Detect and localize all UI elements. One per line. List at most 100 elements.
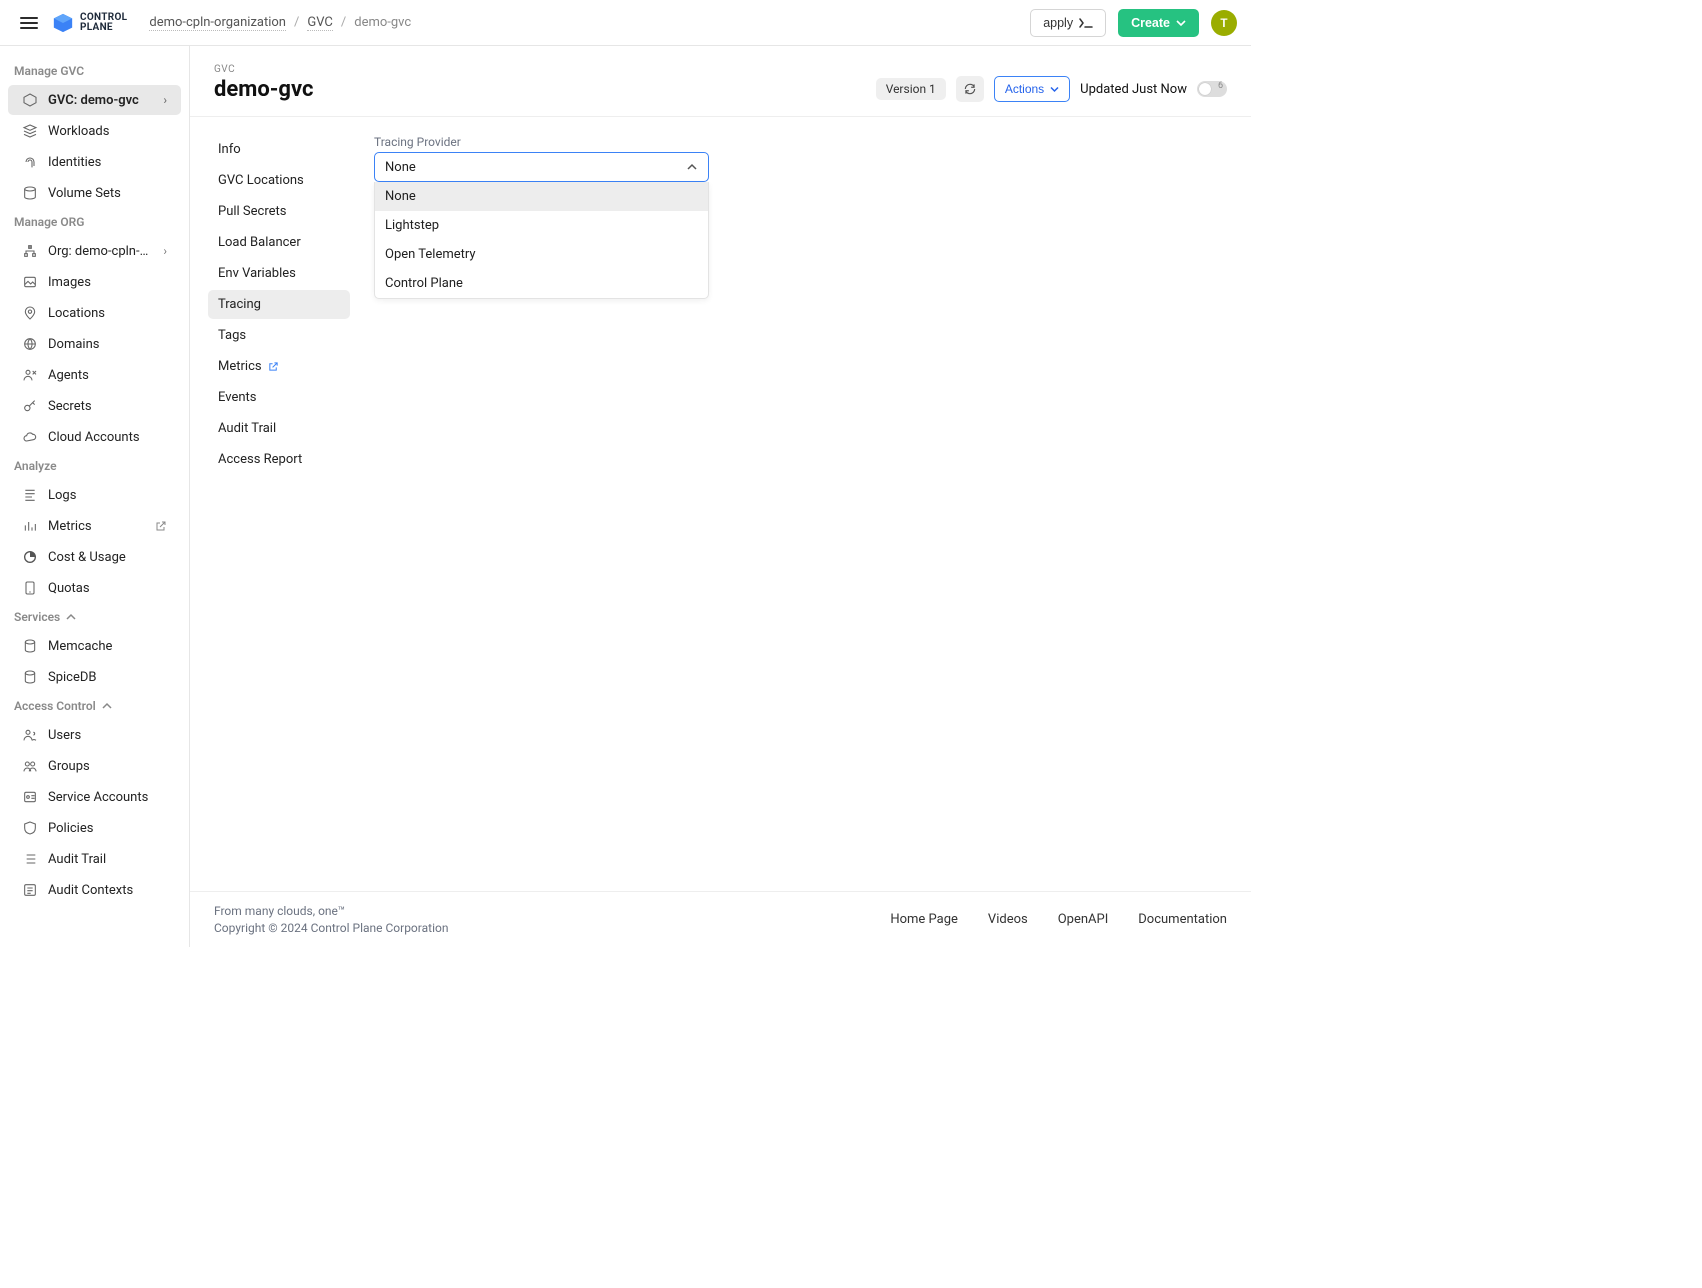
breadcrumb-org[interactable]: demo-cpln-organization xyxy=(149,15,286,31)
tracing-provider-dropdown: NoneLightstepOpen TelemetryControl Plane xyxy=(374,182,709,299)
cloud-icon xyxy=(22,429,38,445)
sidebar-section-manage-org: Manage ORG xyxy=(0,209,189,235)
key-icon xyxy=(22,398,38,414)
image-icon xyxy=(22,274,38,290)
subnav-item-events[interactable]: Events xyxy=(208,383,350,412)
tracing-provider-select[interactable]: None xyxy=(374,152,709,182)
sidebar-item-agents[interactable]: Agents xyxy=(8,360,181,390)
sidebar-item-policies[interactable]: Policies xyxy=(8,813,181,843)
sidebar-item-workloads[interactable]: Workloads xyxy=(8,116,181,146)
subnav-item-tags[interactable]: Tags xyxy=(208,321,350,350)
sidebar-item-volume-sets[interactable]: Volume Sets xyxy=(8,178,181,208)
footer: From many clouds, one™ Copyright © 2024 … xyxy=(190,891,1251,947)
content-header: GVC demo-gvc Version 1 Actions Updated J… xyxy=(190,46,1251,117)
chevron-right-icon: › xyxy=(163,244,167,258)
sidebar-item-audit-trail[interactable]: Audit Trail xyxy=(8,844,181,874)
breadcrumb-current: demo-gvc xyxy=(354,15,411,30)
sidebar-item-cloud-accounts[interactable]: Cloud Accounts xyxy=(8,422,181,452)
subnav-item-tracing[interactable]: Tracing xyxy=(208,290,350,319)
refresh-button[interactable] xyxy=(956,76,984,102)
dropdown-option-none[interactable]: None xyxy=(375,182,708,211)
terminal-icon xyxy=(1079,18,1093,28)
sidebar-section-services[interactable]: Services xyxy=(0,604,189,630)
chevron-right-icon: › xyxy=(163,93,167,107)
resource-subnav: InfoGVC LocationsPull SecretsLoad Balanc… xyxy=(190,117,350,947)
logs-icon xyxy=(22,487,38,503)
chart-icon xyxy=(22,518,38,534)
badge-icon xyxy=(22,789,38,805)
sidebar-item-spicedb[interactable]: SpiceDB xyxy=(8,662,181,692)
sidebar-item-cost-usage[interactable]: Cost & Usage xyxy=(8,542,181,572)
dropdown-option-control-plane[interactable]: Control Plane xyxy=(375,269,708,298)
sidebar-section-analyze: Analyze xyxy=(0,453,189,479)
subnav-item-metrics[interactable]: Metrics xyxy=(208,352,350,381)
actions-button[interactable]: Actions xyxy=(994,76,1070,102)
dropdown-option-open-telemetry[interactable]: Open Telemetry xyxy=(375,240,708,269)
list-icon xyxy=(22,851,38,867)
subnav-item-env-variables[interactable]: Env Variables xyxy=(208,259,350,288)
footer-link-openapi[interactable]: OpenAPI xyxy=(1058,912,1109,927)
subnav-item-audit-trail[interactable]: Audit Trail xyxy=(208,414,350,443)
context-icon xyxy=(22,882,38,898)
updated-status: Updated Just Now xyxy=(1080,82,1187,97)
menu-toggle[interactable] xyxy=(20,17,38,29)
breadcrumb-separator: / xyxy=(341,15,346,30)
sidebar-item-gvc[interactable]: GVC: demo-gvc › xyxy=(8,85,181,115)
pie-icon xyxy=(22,549,38,565)
database-icon xyxy=(22,638,38,654)
footer-tagline: From many clouds, one™ xyxy=(214,903,448,920)
agent-icon xyxy=(22,367,38,383)
footer-link-home-page[interactable]: Home Page xyxy=(890,912,958,927)
external-link-icon xyxy=(268,361,279,372)
sidebar-item-memcache[interactable]: Memcache xyxy=(8,631,181,661)
subnav-item-access-report[interactable]: Access Report xyxy=(208,445,350,474)
sidebar-item-metrics[interactable]: Metrics xyxy=(8,511,181,541)
autorefresh-toggle[interactable]: 6 xyxy=(1197,81,1227,97)
sidebar-item-quotas[interactable]: Quotas xyxy=(8,573,181,603)
sidebar-item-identities[interactable]: Identities xyxy=(8,147,181,177)
select-value: None xyxy=(385,160,416,175)
sitemap-icon xyxy=(22,243,38,259)
footer-link-documentation[interactable]: Documentation xyxy=(1138,912,1227,927)
chevron-up-icon xyxy=(102,701,112,711)
subnav-item-info[interactable]: Info xyxy=(208,135,350,164)
users-icon xyxy=(22,727,38,743)
sidebar-item-audit-contexts[interactable]: Audit Contexts xyxy=(8,875,181,905)
sidebar-item-org[interactable]: Org: demo-cpln-o... › xyxy=(8,236,181,266)
chevron-down-icon xyxy=(1176,18,1186,28)
apply-button[interactable]: apply xyxy=(1030,9,1106,37)
group-icon xyxy=(22,758,38,774)
sidebar-item-users[interactable]: Users xyxy=(8,720,181,750)
sidebar-item-logs[interactable]: Logs xyxy=(8,480,181,510)
database-icon xyxy=(22,669,38,685)
external-link-icon xyxy=(155,520,167,532)
sidebar-item-locations[interactable]: Locations xyxy=(8,298,181,328)
logo-icon xyxy=(52,12,74,34)
tracing-panel: Tracing Provider None NoneLightstepOpen … xyxy=(350,117,1251,947)
subnav-item-load-balancer[interactable]: Load Balancer xyxy=(208,228,350,257)
chevron-down-icon xyxy=(1050,85,1059,94)
subnav-item-pull-secrets[interactable]: Pull Secrets xyxy=(208,197,350,226)
avatar[interactable]: T xyxy=(1211,10,1237,36)
cube-icon xyxy=(22,92,38,108)
sidebar-item-groups[interactable]: Groups xyxy=(8,751,181,781)
footer-link-videos[interactable]: Videos xyxy=(988,912,1028,927)
chevron-up-icon xyxy=(66,612,76,622)
dropdown-option-lightstep[interactable]: Lightstep xyxy=(375,211,708,240)
sidebar-item-images[interactable]: Images xyxy=(8,267,181,297)
main: GVC demo-gvc Version 1 Actions Updated J… xyxy=(190,46,1251,947)
sidebar-item-service-accounts[interactable]: Service Accounts xyxy=(8,782,181,812)
sidebar-item-domains[interactable]: Domains xyxy=(8,329,181,359)
sidebar-section-access-control[interactable]: Access Control xyxy=(0,693,189,719)
breadcrumb-separator: / xyxy=(294,15,299,30)
sidebar-item-secrets[interactable]: Secrets xyxy=(8,391,181,421)
create-button[interactable]: Create xyxy=(1118,9,1199,37)
breadcrumbs: demo-cpln-organization / GVC / demo-gvc xyxy=(149,15,411,31)
version-badge[interactable]: Version 1 xyxy=(876,78,946,100)
breadcrumb-kind[interactable]: GVC xyxy=(307,15,333,31)
logo[interactable]: CONTROL PLANE xyxy=(52,12,127,34)
footer-copyright: Copyright © 2024 Control Plane Corporati… xyxy=(214,920,448,937)
field-label-tracing-provider: Tracing Provider xyxy=(374,135,1227,149)
logo-text: CONTROL PLANE xyxy=(80,13,127,33)
subnav-item-gvc-locations[interactable]: GVC Locations xyxy=(208,166,350,195)
